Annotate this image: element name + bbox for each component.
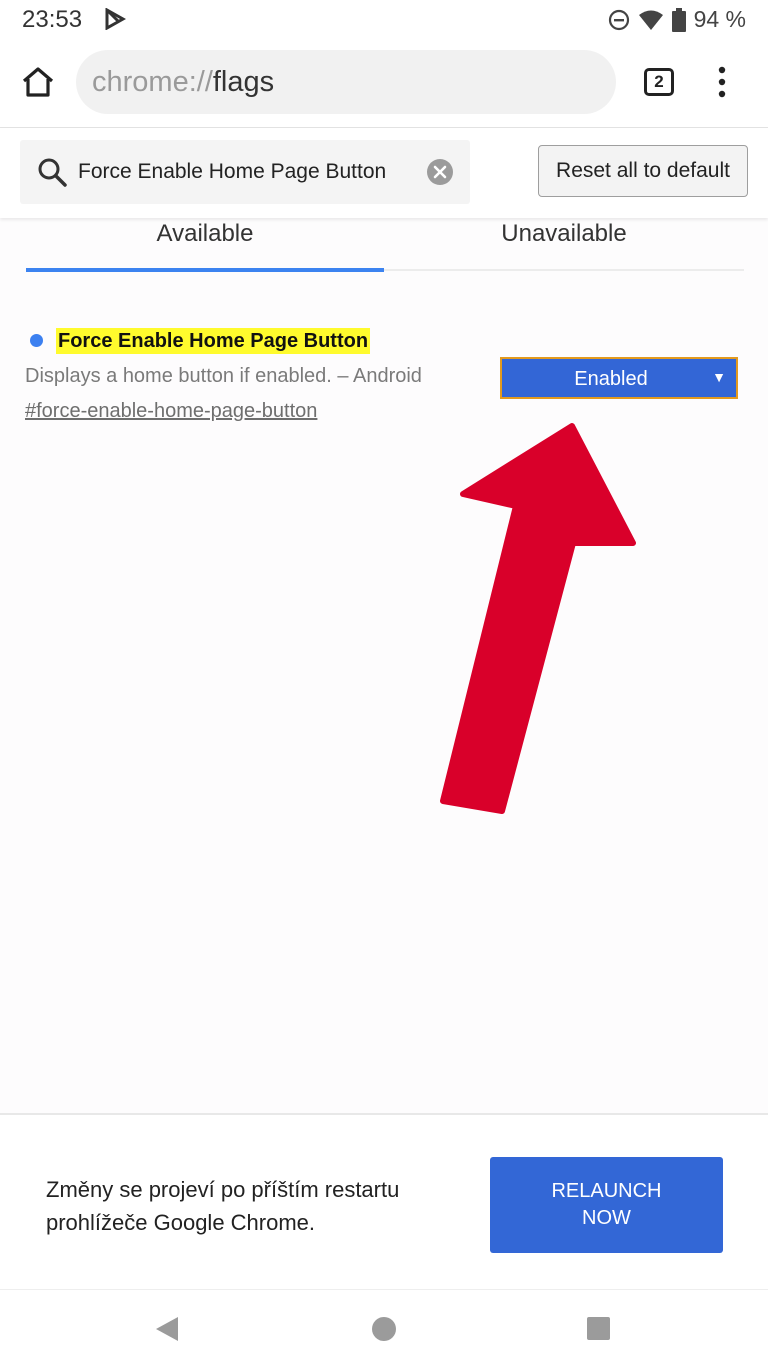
recents-icon[interactable] [587,1317,610,1340]
battery-percentage: 94 % [693,6,746,32]
status-icons: 94 % [608,6,746,33]
relaunch-message: Změny se projeví po příštím restartu pro… [46,1173,466,1239]
search-box [20,140,470,204]
reset-all-button[interactable]: Reset all to default [538,145,748,197]
annotation-arrow [440,423,636,814]
relaunch-now-button[interactable]: RELAUNCH NOW [490,1157,723,1253]
tab-available[interactable]: Available [26,216,384,272]
flag-state-value: Enabled [574,368,648,390]
more-vert-icon[interactable] [712,64,732,100]
status-time: 23:53 [22,6,83,33]
back-icon[interactable] [155,1316,179,1342]
url-host: flags [212,66,275,98]
tab-unavailable-label: Unavailable [501,220,627,247]
tab-unavailable[interactable]: Unavailable [384,216,744,272]
wifi-icon [638,10,663,30]
relaunch-message-line1: Změny se projeví po příštím restartu [46,1177,400,1202]
do-not-disturb-icon [608,9,629,30]
search-icon [38,158,67,187]
battery-icon [671,7,686,32]
flags-search-row: Reset all to default [0,128,768,218]
relaunch-button-line2: NOW [582,1207,631,1229]
dropdown-caret-icon: ▼ [712,369,726,385]
relaunch-button-line1: RELAUNCH [551,1180,662,1202]
address-bar[interactable]: chrome://flags [76,50,616,114]
browser-toolbar: chrome://flags 2 [0,40,768,128]
flag-description: Displays a home button if enabled. – And… [25,365,422,387]
status-bar: 23:53 94 % [0,0,768,40]
url-text: chrome://flags [92,66,274,99]
home-nav-icon[interactable] [372,1317,396,1341]
tab-divider [384,269,744,271]
tab-available-label: Available [156,220,254,247]
search-input[interactable] [78,157,418,187]
flag-title: Force Enable Home Page Button [56,328,371,354]
tab-switcher-icon[interactable]: 2 [644,68,674,96]
url-scheme: chrome:// [92,66,213,98]
clear-icon[interactable] [426,158,454,186]
relaunch-bar: Změny se projeví po příštím restartu pro… [0,1113,768,1289]
flag-modified-dot [30,334,43,347]
play-store-notification-icon [105,8,126,30]
relaunch-message-line2: prohlížeče Google Chrome. [46,1210,316,1235]
flag-state-select[interactable]: Enabled ▼ [500,357,738,399]
system-nav-bar [0,1289,768,1365]
active-tab-indicator [26,268,384,272]
home-icon[interactable] [18,62,58,102]
flag-permalink[interactable]: #force-enable-home-page-button [25,400,317,423]
